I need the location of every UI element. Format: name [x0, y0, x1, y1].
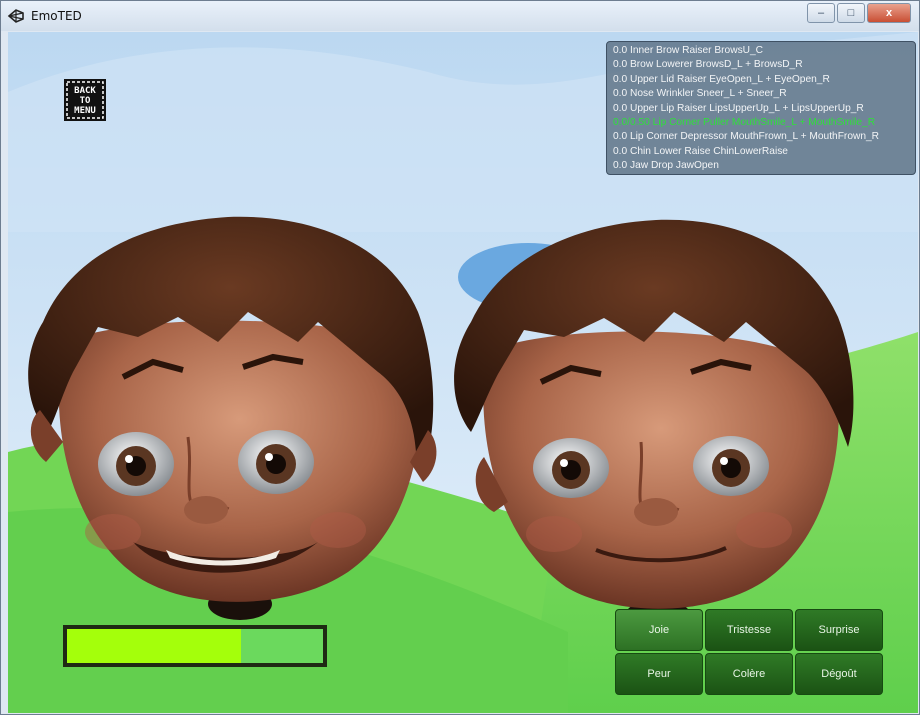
emotion-button-surprise[interactable]: Surprise	[795, 609, 883, 651]
back-to-menu-button[interactable]: BACK TO MENU	[63, 78, 107, 122]
progress-bar-fill	[67, 629, 242, 663]
action-unit-line: 0.0 Brow Lowerer BrowsD_L + BrowsD_R	[613, 59, 803, 71]
emotion-button-tristesse[interactable]: Tristesse	[705, 609, 793, 651]
back-to-menu-icon: BACK TO MENU	[64, 79, 106, 121]
emotion-buttons: Joie Tristesse Surprise Peur Colère Dégo…	[615, 609, 885, 695]
action-unit-line: 0.0 Upper Lip Raiser LipsUpperUp_L + Lip…	[613, 102, 864, 114]
minimize-button[interactable]: –	[807, 3, 835, 23]
emotion-button-degout[interactable]: Dégoût	[795, 653, 883, 695]
maximize-button[interactable]: □	[837, 3, 865, 23]
progress-bar	[63, 625, 327, 667]
action-unit-line: 0.0 Nose Wrinkler Sneer_L + Sneer_R	[613, 88, 787, 100]
action-unit-line: 0.0 Chin Lower Raise ChinLowerRaise	[613, 145, 788, 157]
right-avatar-head	[454, 219, 854, 628]
action-units-panel: 0.0 Inner Brow Raiser BrowsU_C 0.0 Brow …	[606, 41, 916, 175]
back-label-line2: TO	[80, 96, 91, 106]
emotion-button-peur[interactable]: Peur	[615, 653, 703, 695]
unity-app-icon	[7, 9, 24, 23]
back-label-line1: BACK	[74, 86, 96, 96]
close-button[interactable]: x	[867, 3, 911, 23]
window-controls: – □ x	[807, 3, 911, 23]
game-scene: BACK TO MENU 0.0 Inner Brow Raiser Brows…	[8, 32, 918, 713]
action-unit-line: 0.0 Inner Brow Raiser BrowsU_C	[613, 45, 764, 56]
action-unit-line: 0.0 Upper Lid Raiser EyeOpen_L + EyeOpen…	[613, 73, 830, 85]
action-unit-line: 0.0 Jaw Drop JawOpen	[613, 160, 719, 172]
back-label-line3: MENU	[74, 106, 96, 116]
title-bar: EmoTED – □ x	[1, 1, 919, 31]
emotion-button-colere[interactable]: Colère	[705, 653, 793, 695]
action-unit-line-active: 0.0/0.50 Lip Corner Puller MouthSmile_L …	[613, 117, 876, 129]
emotion-button-joie[interactable]: Joie	[615, 609, 703, 651]
app-window: EmoTED – □ x BACK TO MENU 0.0 Inner Brow…	[0, 0, 920, 715]
action-unit-line: 0.0 Lip Corner Depressor MouthFrown_L + …	[613, 131, 880, 143]
left-avatar-head	[28, 216, 437, 620]
window-title: EmoTED	[31, 9, 82, 23]
